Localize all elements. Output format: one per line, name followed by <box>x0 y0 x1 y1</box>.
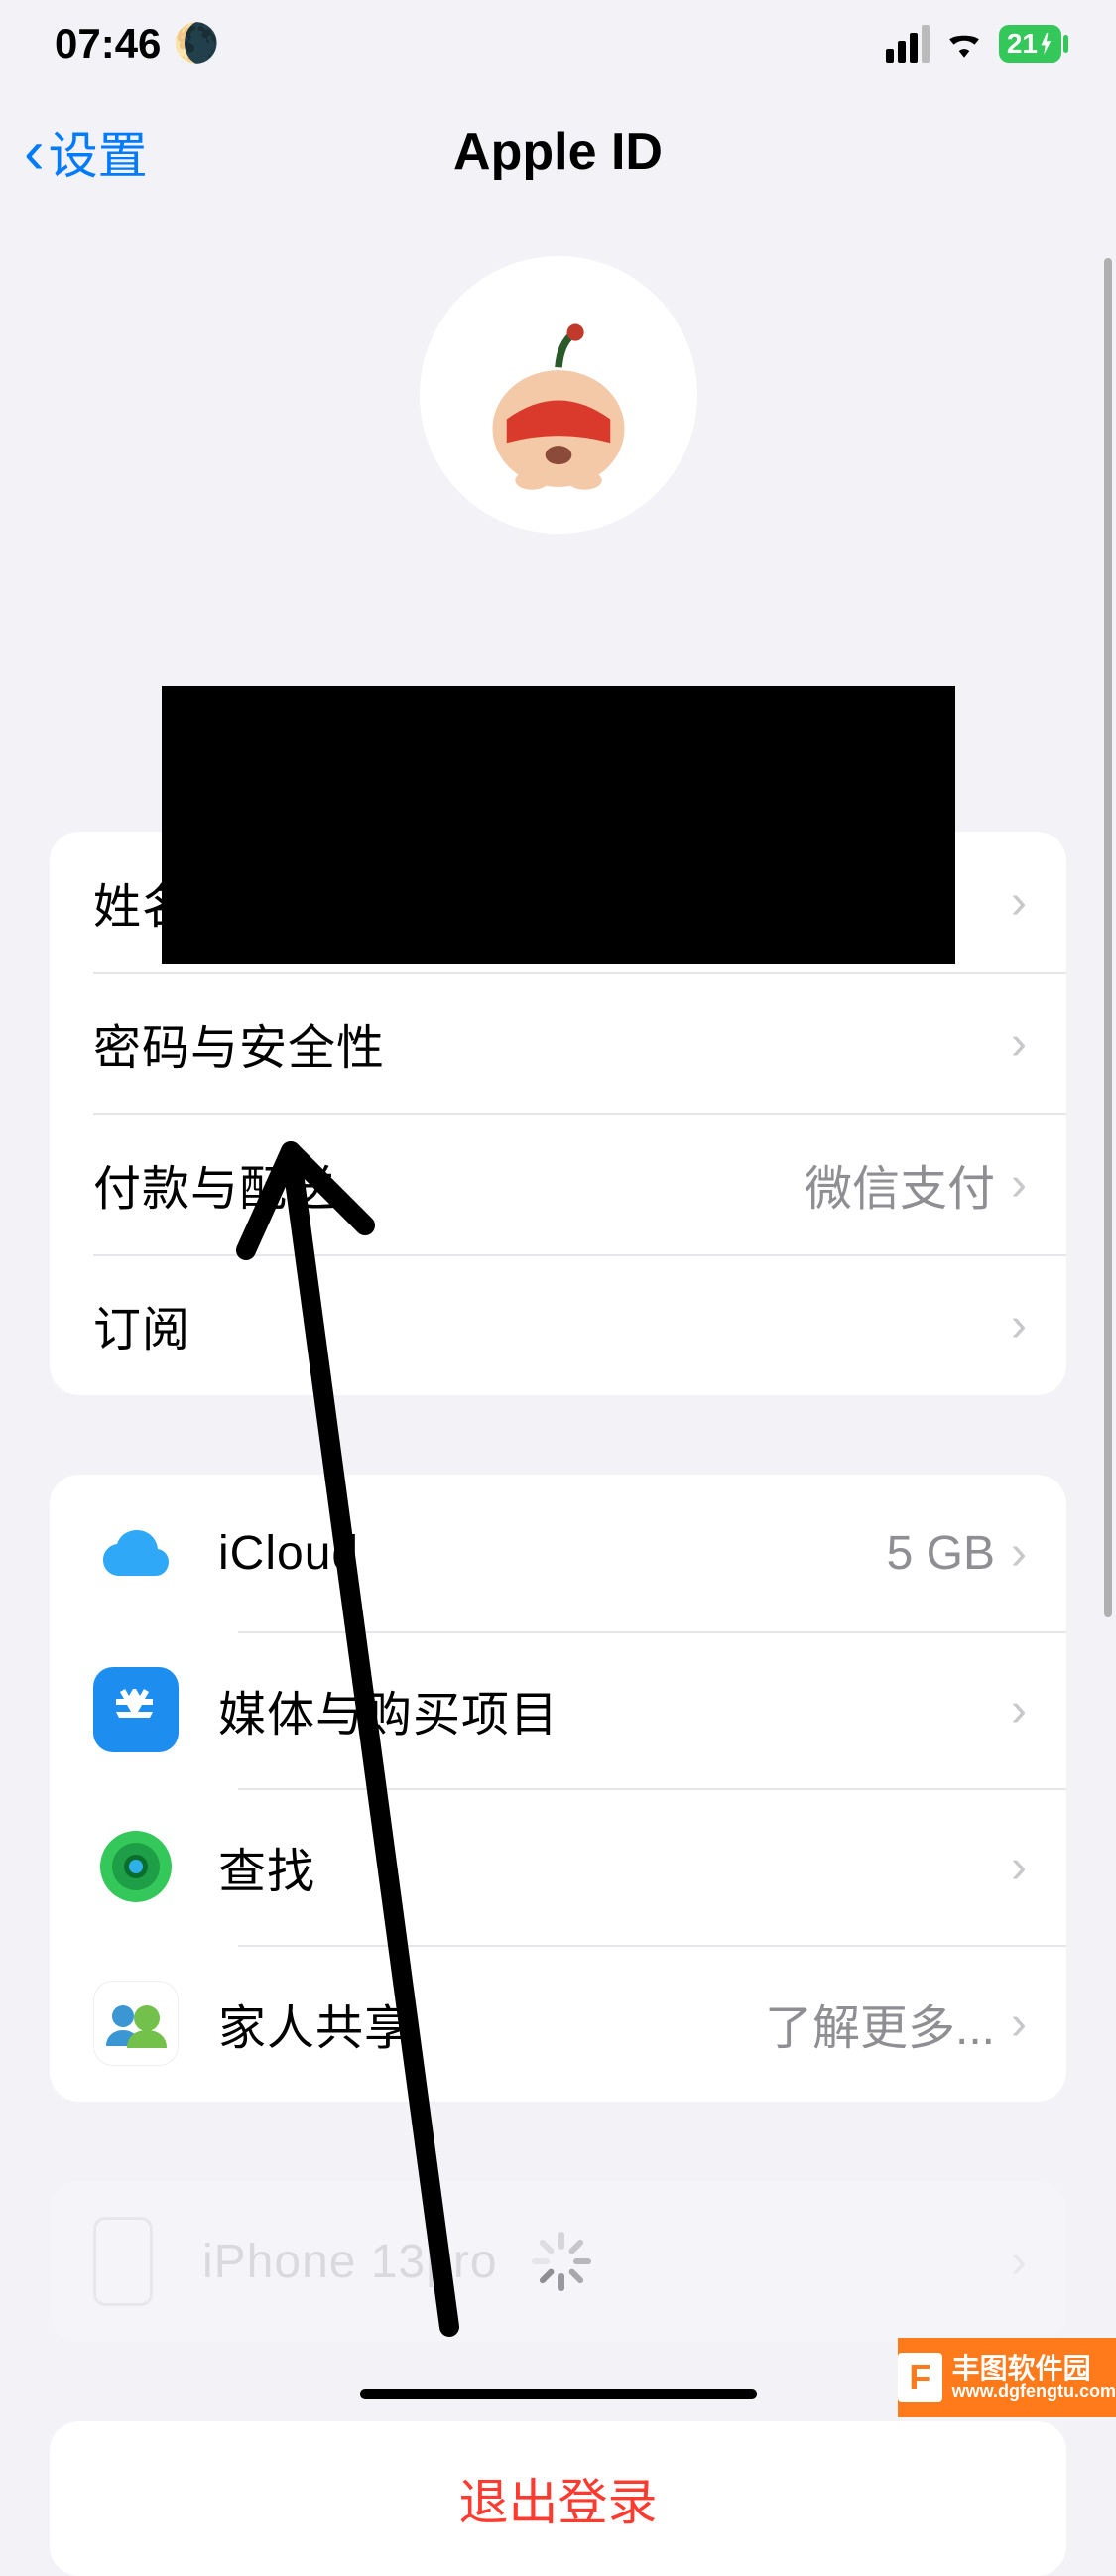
chevron-left-icon: ‹ <box>24 117 45 188</box>
wifi-icon <box>943 20 985 67</box>
profile-header <box>0 216 1116 534</box>
services-group: iCloud 5 GB › 媒体与购买项目 › 查找 › 家人共享 了解更多..… <box>50 1475 1066 2102</box>
back-label: 设置 <box>49 116 148 188</box>
iphone-device-icon <box>93 2217 153 2306</box>
chevron-right-icon: › <box>1011 1840 1027 1894</box>
row-icloud[interactable]: iCloud 5 GB › <box>50 1475 1066 1631</box>
scrollbar[interactable] <box>1104 258 1112 1617</box>
device-name: iPhone 13pro <box>202 2235 1011 2289</box>
row-find[interactable]: 查找 › <box>50 1788 1066 1945</box>
appstore-icon <box>93 1667 179 1752</box>
battery-icon: 21 <box>999 25 1061 63</box>
nav-bar: ‹ 设置 Apple ID <box>0 87 1116 216</box>
avatar[interactable] <box>420 256 697 534</box>
loading-spinner-icon <box>529 2232 588 2291</box>
chevron-right-icon: › <box>1011 1157 1027 1212</box>
row-label: 订阅 <box>93 1290 1011 1359</box>
row-subscriptions[interactable]: 订阅 › <box>50 1254 1066 1395</box>
chevron-right-icon: › <box>1011 1683 1027 1738</box>
row-value: 微信支付 <box>805 1149 995 1219</box>
row-value: 5 GB <box>887 1526 995 1581</box>
row-label: 媒体与购买项目 <box>218 1675 1011 1744</box>
signout-button[interactable]: 退出登录 <box>50 2421 1066 2576</box>
row-password-security[interactable]: 密码与安全性 › <box>50 972 1066 1113</box>
family-sharing-icon <box>93 1981 179 2066</box>
watermark: F 丰图软件园 www.dgfengtu.com <box>898 2338 1116 2417</box>
row-label: 姓名、电话号码、电子邮件 <box>93 867 1011 937</box>
chevron-right-icon: › <box>1011 2235 1027 2289</box>
row-label: iCloud <box>218 1526 887 1581</box>
back-button[interactable]: ‹ 设置 <box>24 116 148 188</box>
devices-group: iPhone 13pro › <box>50 2181 1066 2342</box>
page-title: Apple ID <box>30 122 1086 182</box>
watermark-title: 丰图软件园 <box>952 2354 1116 2383</box>
row-label: 付款与配送 <box>93 1149 805 1219</box>
row-label: 家人共享 <box>218 1989 765 2058</box>
account-details-group: 姓名、电话号码、电子邮件 › 密码与安全性 › 付款与配送 微信支付 › 订阅 … <box>50 832 1066 1395</box>
icloud-icon <box>93 1510 179 1596</box>
chevron-right-icon: › <box>1011 875 1027 930</box>
findmy-icon <box>93 1824 179 1909</box>
chevron-right-icon: › <box>1011 1526 1027 1581</box>
avatar-cartoon-icon <box>464 316 653 504</box>
status-time: 07:46 <box>55 20 161 67</box>
watermark-badge-icon: F <box>898 2353 942 2402</box>
row-value: 了解更多... <box>765 1989 995 2058</box>
row-label: 查找 <box>218 1832 1011 1901</box>
row-family-sharing[interactable]: 家人共享 了解更多... › <box>50 1945 1066 2102</box>
row-name-phone-email[interactable]: 姓名、电话号码、电子邮件 › <box>50 832 1066 972</box>
signout-group: 退出登录 <box>50 2421 1066 2576</box>
chevron-right-icon: › <box>1011 1996 1027 2051</box>
row-media-purchases[interactable]: 媒体与购买项目 › <box>50 1631 1066 1788</box>
watermark-url: www.dgfengtu.com <box>952 2383 1116 2401</box>
row-payment-shipping[interactable]: 付款与配送 微信支付 › <box>50 1113 1066 1254</box>
home-indicator[interactable] <box>360 2389 757 2399</box>
dnd-moon-icon: 🌘 <box>173 22 219 65</box>
chevron-right-icon: › <box>1011 1298 1027 1352</box>
chevron-right-icon: › <box>1011 1016 1027 1071</box>
row-label: 密码与安全性 <box>93 1008 1011 1078</box>
cellular-signal-icon <box>886 25 930 63</box>
status-bar: 07:46 🌘 21 <box>0 0 1116 87</box>
